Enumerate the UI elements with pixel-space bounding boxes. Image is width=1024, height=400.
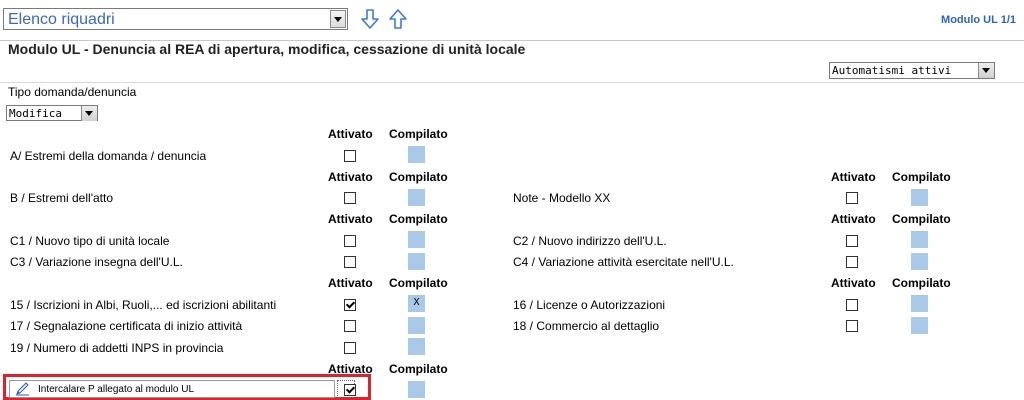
attivato-checkbox-c4[interactable] [846,256,858,268]
row-label-18: 18 / Commercio al dettaglio [513,319,660,333]
attivato-checkbox-c2[interactable] [846,235,858,247]
header-attivato: Attivato [328,127,373,141]
tipo-domanda-select-value: Modifica [9,107,62,120]
compilato-indicator-c3 [408,253,425,270]
attivato-checkbox-19[interactable] [344,342,356,354]
row-label-c2: C2 / Nuovo indirizzo dell'U.L. [513,234,667,248]
module-page-indicator: Modulo UL 1/1 [941,14,1016,26]
attivato-checkbox-note[interactable] [846,192,858,204]
header-attivato: Attivato [328,212,373,226]
attivato-checkbox-p[interactable] [344,384,356,396]
header-compilato: Compilato [892,276,951,290]
row-label-16: 16 / Licenze o Autorizzazioni [513,298,666,312]
header-compilato: Compilato [892,170,951,184]
riquadri-select-value: Elenco riquadri [8,11,115,28]
row-label-15: 15 / Iscrizioni in Albi, Ruoli,... ed is… [10,298,277,312]
riquadri-select[interactable]: Elenco riquadri [3,8,348,30]
compilato-indicator-17 [408,317,425,334]
compilato-indicator-18 [911,317,928,334]
row-label-note: Note - Modello XX [513,191,611,205]
row-label-19: 19 / Numero di addetti INPS in provincia [10,341,224,355]
row-label-c1: C1 / Nuovo tipo di unità locale [10,234,170,248]
arrow-down-icon[interactable] [359,8,381,30]
header-compilato: Compilato [389,127,448,141]
attivato-checkbox-17[interactable] [344,320,356,332]
header-attivato: Attivato [831,170,876,184]
header-compilato: Compilato [389,276,448,290]
attivato-checkbox-16[interactable] [846,299,858,311]
automatismi-select-value: Automatismi attivi [832,64,952,77]
compilato-indicator-19 [408,338,425,355]
row-label-a: A/ Estremi della domanda / denuncia [10,149,207,163]
compilato-mark: X [413,297,420,308]
compilato-indicator-b [408,189,425,206]
header-attivato: Attivato [831,276,876,290]
intercalare-p-label: Intercalare P allegato al modulo UL [38,384,195,395]
row-label-b: B / Estremi dell'atto [10,191,113,205]
chevron-down-icon[interactable] [978,63,994,78]
page-title: Modulo UL - Denuncia al REA di apertura,… [8,41,526,57]
header-compilato: Compilato [389,362,448,376]
attivato-checkbox-c1[interactable] [344,235,356,247]
attivato-checkbox-18[interactable] [846,320,858,332]
intercalare-p-button[interactable]: Intercalare P allegato al modulo UL [9,380,335,398]
header-attivato: Attivato [328,170,373,184]
header-compilato: Compilato [389,170,448,184]
compilato-indicator-p [408,381,425,398]
header-compilato: Compilato [892,212,951,226]
compilato-indicator-15: X [408,295,425,312]
divider [0,82,1024,83]
pencil-icon [16,382,29,396]
compilato-indicator-c1 [408,231,425,248]
compilato-indicator-16 [911,295,928,312]
attivato-checkbox-c3[interactable] [344,256,356,268]
chevron-down-icon[interactable] [330,10,346,28]
compilato-indicator-a [408,146,425,163]
header-attivato: Attivato [831,212,876,226]
header-compilato: Compilato [389,212,448,226]
tipo-domanda-select[interactable]: Modifica [6,105,98,121]
attivato-checkbox-b[interactable] [344,192,356,204]
compilato-indicator-c2 [911,231,928,248]
row-label-17: 17 / Segnalazione certificata di inizio … [10,319,243,333]
compilato-indicator-c4 [911,253,928,270]
row-label-c3: C3 / Variazione insegna dell'U.L. [10,255,183,269]
automatismi-select[interactable]: Automatismi attivi [829,62,995,79]
row-label-c4: C4 / Variazione attività esercitate nell… [513,255,734,269]
compilato-indicator-note [911,189,928,206]
attivato-checkbox-a[interactable] [344,150,356,162]
attivato-checkbox-15[interactable] [344,299,356,311]
arrow-up-icon[interactable] [387,8,409,30]
chevron-down-icon[interactable] [81,106,97,121]
tipo-domanda-label: Tipo domanda/denuncia [8,85,137,99]
header-attivato: Attivato [328,276,373,290]
